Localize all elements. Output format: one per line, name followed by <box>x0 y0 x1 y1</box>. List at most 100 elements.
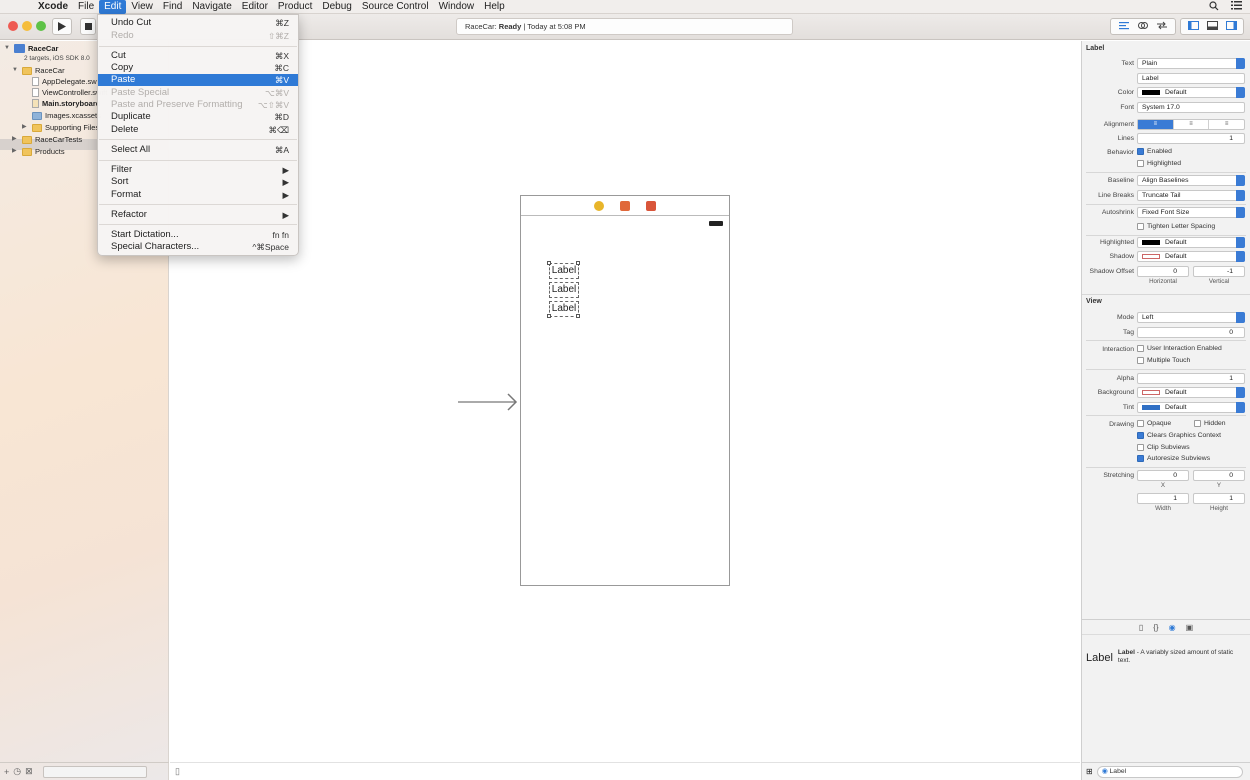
color-popup[interactable]: Default <box>1137 87 1245 98</box>
nav-group-products[interactable]: ▶ Products <box>12 146 65 157</box>
navigator-toggle-icon[interactable] <box>1187 21 1199 32</box>
disclosure-open-icon[interactable]: ▼ <box>4 43 11 54</box>
file-template-library-icon[interactable]: ▯ <box>1139 623 1143 632</box>
checkbox-unchecked[interactable] <box>1194 420 1201 427</box>
checkbox-unchecked[interactable] <box>1137 357 1144 364</box>
menu-item-duplicate[interactable]: Duplicate ⌘D <box>98 111 298 123</box>
linebreaks-popup[interactable]: Truncate Tail <box>1137 190 1245 201</box>
canvas-label-1[interactable]: Label <box>549 263 579 279</box>
nav-file-images[interactable]: Images.xcassets <box>32 110 101 121</box>
resize-handle[interactable] <box>547 261 551 265</box>
text-type-popup[interactable]: Plain <box>1137 58 1245 69</box>
menu-item-paste[interactable]: Paste ⌘V <box>98 74 298 86</box>
stretch-height-field[interactable]: 1 <box>1193 493 1245 504</box>
minimize-window-button[interactable] <box>22 21 32 31</box>
clears-context-checkbox[interactable]: Clears Graphics Context <box>1137 432 1221 439</box>
exit-icon[interactable] <box>646 200 656 211</box>
view-toggle-segment[interactable] <box>1180 18 1244 35</box>
standard-editor-icon[interactable] <box>1119 21 1129 32</box>
baseline-popup[interactable]: Align Baselines <box>1137 175 1245 186</box>
menu-edit[interactable]: Edit <box>99 0 127 14</box>
multiple-touch-checkbox[interactable]: Multiple Touch <box>1137 357 1190 364</box>
stretch-width-field[interactable]: 1 <box>1137 493 1189 504</box>
storyboard-canvas[interactable]: Label Label Label <box>170 41 1080 780</box>
checkbox-checked[interactable] <box>1137 455 1144 462</box>
align-center-icon[interactable]: ≡ <box>1174 120 1210 129</box>
text-content-field[interactable]: Label <box>1137 73 1245 84</box>
tighten-spacing-checkbox[interactable]: Tighten Letter Spacing <box>1137 223 1215 230</box>
debug-area-toggle-icon[interactable] <box>1206 21 1218 32</box>
canvas-label-3[interactable]: Label <box>549 301 579 317</box>
highlighted-color-popup[interactable]: Default <box>1137 237 1245 248</box>
stretch-y-field[interactable]: 0 <box>1193 470 1245 481</box>
menu-view[interactable]: View <box>126 0 158 14</box>
run-button[interactable] <box>52 18 72 35</box>
nav-file-appdelegate[interactable]: AppDelegate.swift <box>32 76 102 87</box>
checkbox-unchecked[interactable] <box>1137 444 1144 451</box>
menu-item-start-dictation[interactable]: Start Dictation... fn fn <box>98 229 298 241</box>
menu-item-copy[interactable]: Copy ⌘C <box>98 62 298 74</box>
view-controller-scene[interactable]: Label Label Label <box>520 195 730 586</box>
menu-app-xcode[interactable]: Xcode <box>33 0 73 14</box>
view-controller-icon[interactable] <box>594 200 604 211</box>
menu-source-control[interactable]: Source Control <box>357 0 434 14</box>
checkbox-unchecked[interactable] <box>1137 345 1144 352</box>
menu-editor[interactable]: Editor <box>237 0 273 14</box>
nav-file-main-storyboard[interactable]: Main.storyboard <box>32 98 100 109</box>
menu-find[interactable]: Find <box>158 0 187 14</box>
library-search-input[interactable]: ◉ Label <box>1096 765 1243 778</box>
menu-product[interactable]: Product <box>273 0 317 14</box>
shadow-color-popup[interactable]: Default <box>1137 251 1245 262</box>
resize-handle[interactable] <box>576 314 580 318</box>
menu-item-refactor[interactable]: Refactor ▶ <box>98 209 298 221</box>
canvas-label-2[interactable]: Label <box>549 282 579 298</box>
library-item-label[interactable]: Label Label - A variably sized amount of… <box>1086 649 1246 675</box>
menu-item-select-all[interactable]: Select All ⌘A <box>98 144 298 156</box>
align-left-icon[interactable]: ≡ <box>1138 120 1174 129</box>
stop-button[interactable] <box>80 18 96 35</box>
object-library-icon[interactable]: ◉ <box>1169 623 1176 632</box>
recent-files-icon[interactable]: ◷ <box>13 766 21 777</box>
alpha-field[interactable]: 1 <box>1137 373 1245 384</box>
utilities-toggle-icon[interactable] <box>1225 21 1237 32</box>
lines-field[interactable]: 1 <box>1137 133 1245 144</box>
disclosure-closed-icon[interactable]: ▶ <box>22 122 29 133</box>
shadow-vertical-field[interactable]: -1 <box>1193 266 1245 277</box>
version-editor-icon[interactable] <box>1157 21 1167 32</box>
resize-handle[interactable] <box>576 261 580 265</box>
highlighted-checkbox[interactable]: Highlighted <box>1137 160 1181 167</box>
menu-item-delete[interactable]: Delete ⌘⌫ <box>98 124 298 136</box>
menu-item-undo-cut[interactable]: Undo Cut ⌘Z <box>98 17 298 29</box>
close-window-button[interactable] <box>8 21 18 31</box>
clip-subviews-checkbox[interactable]: Clip Subviews <box>1137 444 1190 451</box>
resize-handle[interactable] <box>547 314 551 318</box>
code-snippet-library-icon[interactable]: {} <box>1153 623 1158 632</box>
navigator-filter-input[interactable] <box>42 765 147 778</box>
checkbox-checked[interactable] <box>1137 432 1144 439</box>
checkbox-checked[interactable] <box>1137 148 1144 155</box>
shadow-horizontal-field[interactable]: 0 <box>1137 266 1189 277</box>
tint-color-popup[interactable]: Default <box>1137 402 1245 413</box>
first-responder-icon[interactable] <box>620 200 630 211</box>
autoshrink-popup[interactable]: Fixed Font Size <box>1137 207 1245 218</box>
grid-view-icon[interactable]: ⊞ <box>1086 767 1093 776</box>
source-control-filter-icon[interactable]: ⊠ <box>25 766 33 777</box>
menu-file[interactable]: File <box>73 0 99 14</box>
enabled-checkbox[interactable]: Enabled <box>1137 148 1172 155</box>
opaque-checkbox[interactable]: Opaque <box>1137 420 1171 427</box>
assistant-editor-icon[interactable] <box>1138 21 1148 32</box>
checkbox-unchecked[interactable] <box>1137 223 1144 230</box>
menu-item-special-characters[interactable]: Special Characters... ^⌘Space <box>98 241 298 253</box>
disclosure-closed-icon[interactable]: ▶ <box>12 146 19 157</box>
nav-group-racecar[interactable]: ▼ RaceCar <box>12 65 65 76</box>
menu-item-sort[interactable]: Sort ▶ <box>98 176 298 188</box>
editor-mode-segment[interactable] <box>1110 18 1176 35</box>
menu-debug[interactable]: Debug <box>317 0 356 14</box>
spotlight-search-icon[interactable] <box>1209 0 1219 14</box>
font-field[interactable]: System 17.0 <box>1137 102 1245 113</box>
media-library-icon[interactable]: ▣ <box>1186 623 1194 632</box>
hidden-checkbox[interactable]: Hidden <box>1194 420 1226 427</box>
zoom-window-button[interactable] <box>36 21 46 31</box>
menu-help[interactable]: Help <box>479 0 510 14</box>
add-file-icon[interactable]: + <box>4 767 9 777</box>
